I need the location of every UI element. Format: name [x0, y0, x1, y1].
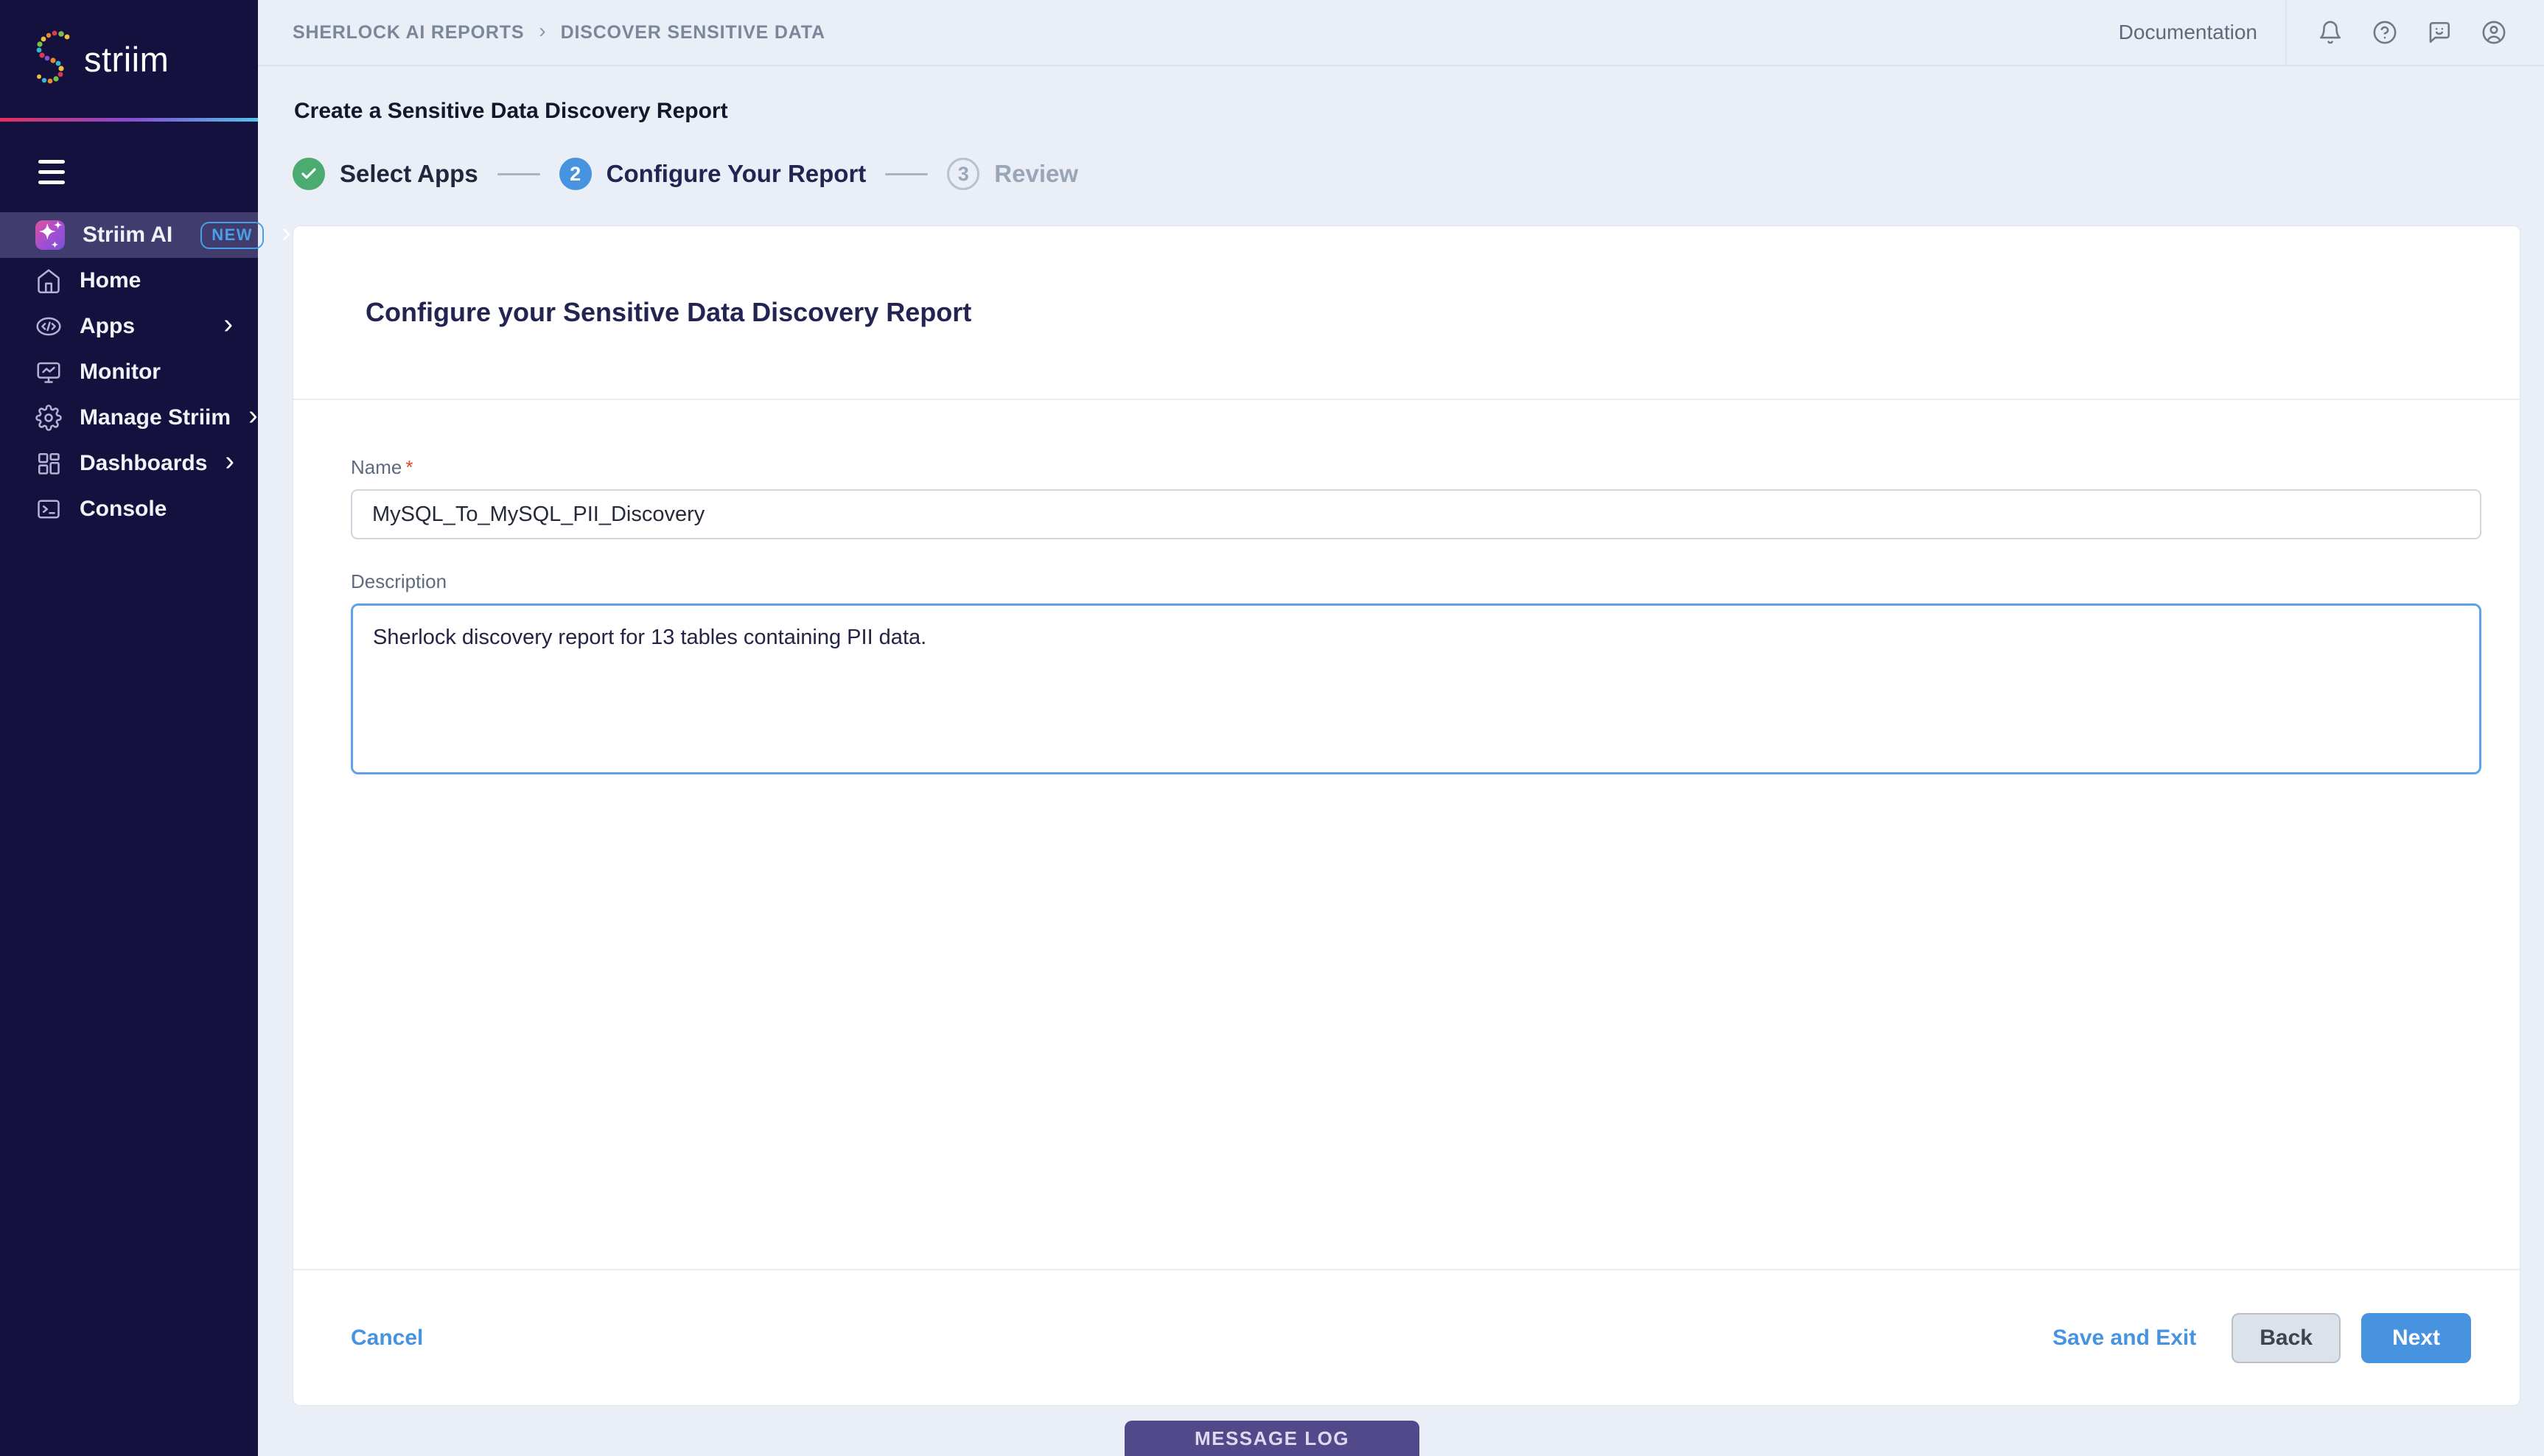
- sidebar-nav: ✦✦✦ Striim AI NEW › Home: [0, 212, 258, 532]
- step-configure-your-report[interactable]: 2 Configure Your Report: [559, 158, 867, 190]
- chevron-right-icon: ›: [225, 447, 234, 480]
- dashboard-grid-icon: [35, 450, 62, 477]
- sidebar-item-manage-striim[interactable]: Manage Striim ›: [0, 395, 258, 441]
- sidebar-item-striim-ai[interactable]: ✦✦✦ Striim AI NEW ›: [0, 212, 258, 258]
- striim-logo-text: striim: [84, 39, 169, 80]
- user-account-icon[interactable]: [2481, 20, 2506, 45]
- card-footer: Cancel Save and Exit Back Next: [293, 1269, 2520, 1405]
- new-badge: NEW: [200, 222, 264, 249]
- report-description-textarea[interactable]: Sherlock discovery report for 13 tables …: [351, 603, 2481, 774]
- sidebar-item-apps[interactable]: Apps ›: [0, 304, 258, 349]
- save-and-exit-link[interactable]: Save and Exit: [2052, 1326, 2196, 1351]
- terminal-icon: [35, 496, 62, 522]
- step-review: 3 Review: [947, 158, 1078, 190]
- striim-logo-icon: [32, 29, 78, 89]
- breadcrumb-sherlock-ai-reports[interactable]: SHERLOCK AI REPORTS: [293, 22, 524, 43]
- feedback-chat-icon[interactable]: [2427, 20, 2452, 45]
- sidebar-accent-gradient: [0, 118, 258, 122]
- sidebar-item-label: Dashboards: [80, 451, 207, 476]
- sparkles-icon: ✦✦✦: [35, 220, 65, 250]
- sidebar-item-home[interactable]: Home: [0, 258, 258, 304]
- documentation-link[interactable]: Documentation: [2119, 21, 2257, 44]
- card-body: Name* Description Sherlock discovery rep…: [293, 400, 2520, 1269]
- name-label: Name*: [351, 456, 2481, 479]
- sidebar-item-console[interactable]: Console: [0, 486, 258, 532]
- step-complete-check-icon: [293, 158, 325, 190]
- home-icon: [35, 267, 62, 294]
- sidebar-item-label: Monitor: [80, 360, 161, 385]
- main-area: SHERLOCK AI REPORTS › DISCOVER SENSITIVE…: [258, 0, 2544, 1456]
- step-connector: [497, 173, 540, 175]
- content-area: Create a Sensitive Data Discovery Report…: [258, 66, 2544, 1456]
- page-title: Create a Sensitive Data Discovery Report: [294, 99, 2520, 124]
- sidebar-item-label: Home: [80, 268, 141, 293]
- breadcrumb: SHERLOCK AI REPORTS › DISCOVER SENSITIVE…: [293, 21, 825, 44]
- apps-code-icon: [35, 313, 62, 340]
- sidebar-item-label: Manage Striim: [80, 405, 231, 430]
- sidebar-item-label: Console: [80, 497, 167, 522]
- sidebar: striim ✦✦✦ Striim AI NEW › Home: [0, 0, 258, 1456]
- step-connector: [885, 173, 928, 175]
- message-log-button[interactable]: MESSAGE LOG: [1125, 1421, 1419, 1456]
- sidebar-item-dashboards[interactable]: Dashboards ›: [0, 441, 258, 486]
- striim-logo[interactable]: striim: [0, 0, 258, 118]
- sidebar-item-monitor[interactable]: Monitor: [0, 349, 258, 395]
- gear-icon: [35, 405, 62, 431]
- step-number: 3: [947, 158, 979, 190]
- configure-report-card: Configure your Sensitive Data Discovery …: [293, 225, 2520, 1406]
- step-number: 2: [559, 158, 592, 190]
- card-header: Configure your Sensitive Data Discovery …: [293, 226, 2520, 400]
- monitor-icon: [35, 359, 62, 385]
- step-select-apps[interactable]: Select Apps: [293, 158, 478, 190]
- topbar-actions: Documentation: [2119, 0, 2544, 65]
- sidebar-item-label: Striim AI: [83, 223, 172, 248]
- step-label: Select Apps: [340, 160, 478, 188]
- menu-toggle-button[interactable]: [38, 160, 65, 184]
- chevron-right-icon: ›: [282, 219, 291, 251]
- help-icon[interactable]: [2372, 20, 2397, 45]
- breadcrumb-discover-sensitive-data[interactable]: DISCOVER SENSITIVE DATA: [561, 22, 825, 43]
- required-asterisk: *: [405, 456, 413, 478]
- report-name-input[interactable]: [351, 489, 2481, 539]
- chevron-right-icon: ›: [248, 402, 258, 434]
- chevron-right-icon: ›: [223, 310, 233, 343]
- back-button[interactable]: Back: [2232, 1313, 2341, 1363]
- cancel-link[interactable]: Cancel: [351, 1326, 423, 1351]
- sidebar-item-label: Apps: [80, 314, 135, 339]
- chevron-right-icon: ›: [539, 21, 545, 44]
- next-button[interactable]: Next: [2361, 1313, 2471, 1363]
- notifications-bell-icon[interactable]: [2318, 20, 2343, 45]
- top-bar: SHERLOCK AI REPORTS › DISCOVER SENSITIVE…: [258, 0, 2544, 66]
- step-label: Configure Your Report: [607, 160, 867, 188]
- description-label: Description: [351, 570, 2481, 593]
- step-label: Review: [994, 160, 1078, 188]
- card-title: Configure your Sensitive Data Discovery …: [366, 297, 2447, 328]
- wizard-stepper: Select Apps 2 Configure Your Report 3 Re…: [293, 158, 2520, 190]
